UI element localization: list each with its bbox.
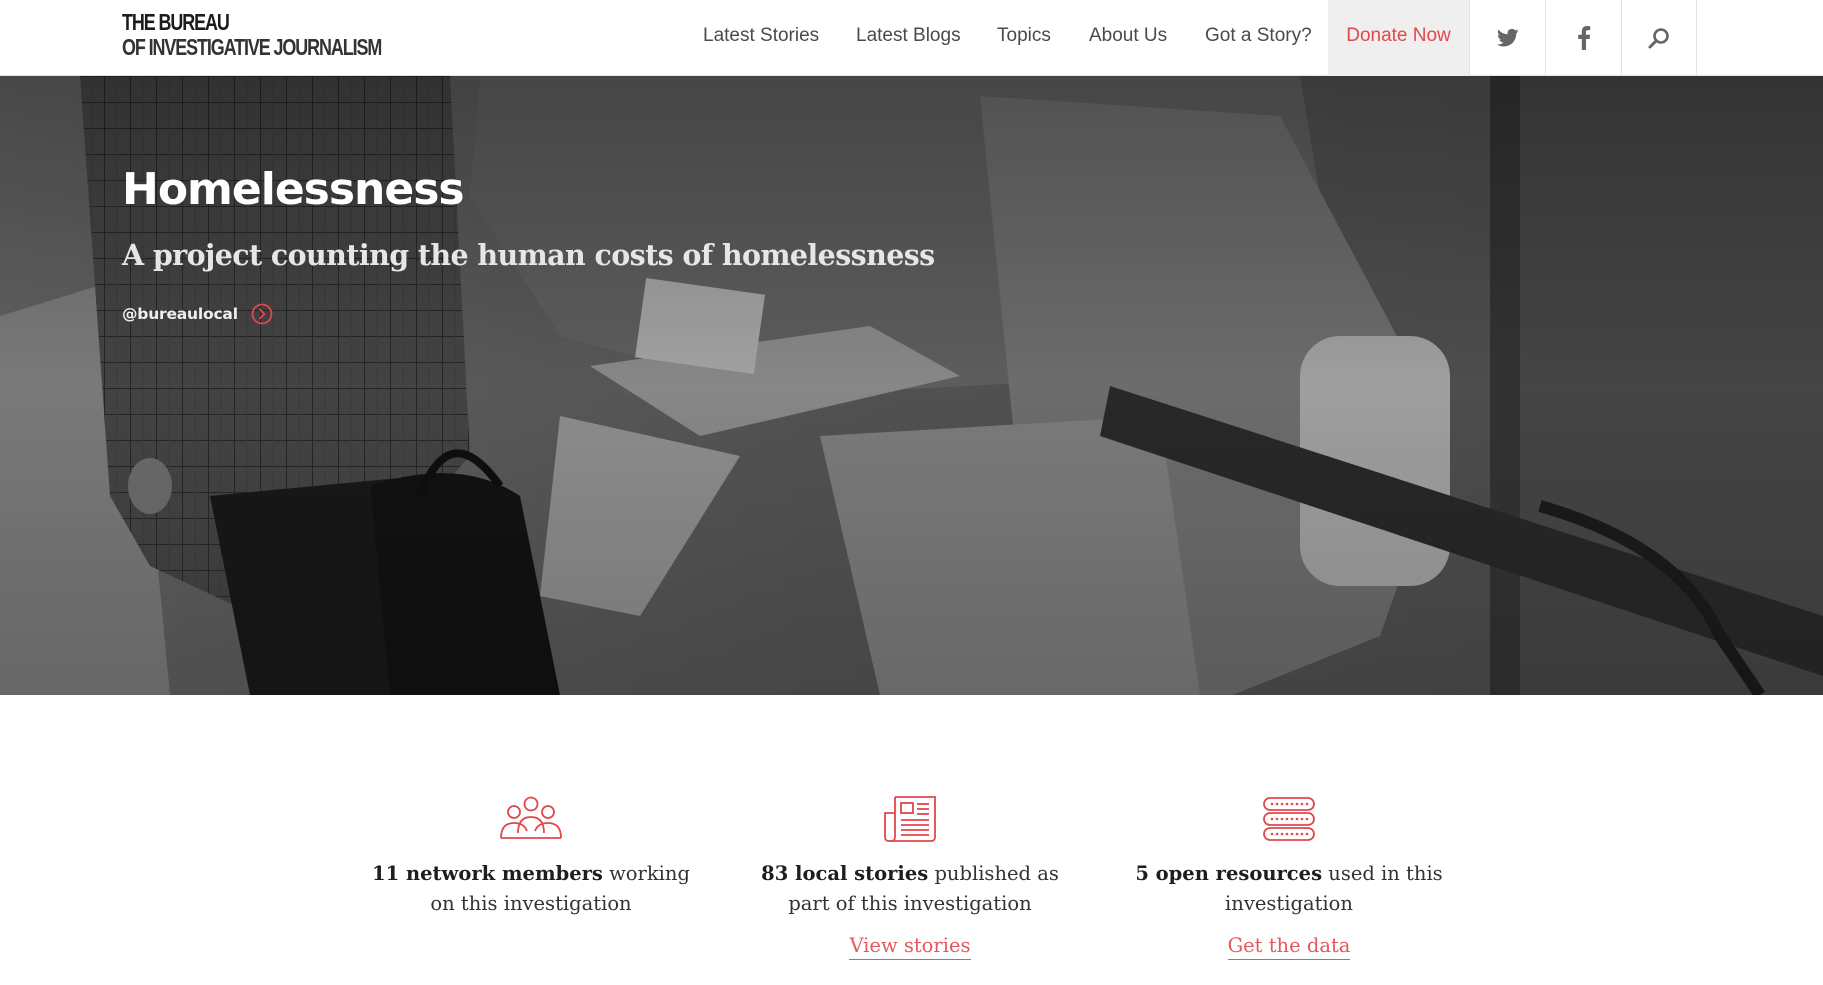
search-icon (1648, 28, 1669, 49)
search-button[interactable] (1621, 0, 1697, 76)
get-the-data-link[interactable]: Get the data (1227, 934, 1351, 960)
page-subtitle: A project counting the human costs of ho… (122, 238, 935, 272)
facebook-button[interactable] (1545, 0, 1621, 76)
people-icon (500, 796, 562, 839)
nav-got-a-story[interactable]: Got a Story? (1205, 0, 1312, 76)
stat-open-resources-text: 5 open resources used in this investigat… (1119, 859, 1459, 919)
stat-local-stories-count: 83 local stories (761, 862, 929, 885)
twitter-icon (1496, 28, 1519, 47)
hero-banner: Homelessness A project counting the huma… (0, 76, 1823, 695)
stat-network-members: 11 network members working on this inves… (361, 795, 701, 919)
view-stories-link[interactable]: View stories (849, 934, 971, 960)
stat-network-members-text: 11 network members working on this inves… (361, 859, 701, 919)
nav-latest-blogs[interactable]: Latest Blogs (856, 0, 961, 76)
database-icon (1263, 797, 1315, 841)
nav-latest-stories[interactable]: Latest Stories (703, 0, 819, 76)
page-title: Homelessness (122, 164, 465, 215)
newspaper-icon (884, 796, 936, 842)
twitter-handle: @bureaulocal (122, 305, 238, 323)
stat-open-resources: 5 open resources used in this investigat… (1119, 795, 1459, 960)
facebook-icon (1577, 26, 1590, 50)
donate-button[interactable]: Donate Now (1328, 0, 1469, 76)
arrow-circle-icon (251, 303, 273, 325)
stat-network-members-count: 11 network members (372, 862, 603, 885)
nav-topics[interactable]: Topics (997, 0, 1051, 76)
stat-local-stories-text: 83 local stories published as part of th… (740, 859, 1080, 919)
stat-local-stories: 83 local stories published as part of th… (740, 795, 1080, 960)
twitter-button[interactable] (1469, 0, 1545, 76)
twitter-handle-link[interactable]: @bureaulocal (122, 302, 273, 326)
stat-open-resources-count: 5 open resources (1135, 862, 1323, 885)
nav-about-us[interactable]: About Us (1089, 0, 1167, 76)
site-header: THE BUREAU OF INVESTIGATIVE JOURNALISM L… (0, 0, 1823, 76)
main-nav: Latest Stories Latest Blogs Topics About… (0, 0, 1823, 76)
